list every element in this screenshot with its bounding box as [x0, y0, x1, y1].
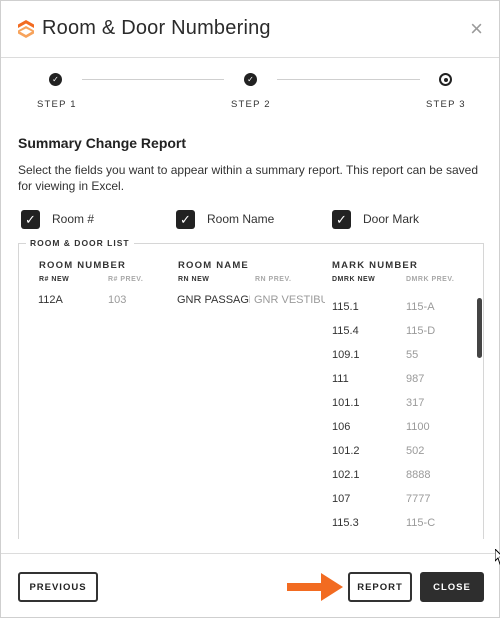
mark-prev: 7777: [406, 493, 431, 505]
step-connector: [82, 79, 224, 80]
mark-new: 101.2: [332, 445, 360, 457]
subheader-room-new: R# NEW: [39, 276, 70, 283]
subheader-room-prev: R# PREV.: [108, 276, 144, 283]
mark-prev: 115-D: [406, 325, 436, 337]
mark-prev: 1100: [406, 421, 430, 433]
dialog-title: Room & Door Numbering: [42, 17, 271, 39]
brand-logo-icon: [18, 20, 34, 38]
checkbox-label: Door Mark: [363, 212, 420, 226]
mouse-cursor-icon: [495, 549, 500, 565]
column-header-room-number: ROOM NUMBER: [39, 260, 127, 271]
checkbox-door-mark[interactable]: ✓ Door Mark: [332, 209, 419, 229]
list-legend: ROOM & DOOR LIST: [26, 238, 134, 248]
mark-new: 115.1: [332, 301, 359, 313]
section-title: Summary Change Report: [18, 135, 187, 151]
mark-new: 101.1: [332, 397, 360, 409]
room-name-new: GNR PASSAGE: [177, 294, 250, 306]
checkbox-label: Room #: [52, 212, 95, 226]
step-2-complete-icon: ✓: [244, 73, 257, 86]
close-icon[interactable]: ×: [470, 18, 483, 40]
footer-divider: [1, 553, 499, 554]
subheader-name-new: RN NEW: [178, 276, 210, 283]
checkbox-checked-icon[interactable]: ✓: [332, 209, 351, 229]
checkbox-room-name[interactable]: ✓ Room Name: [176, 209, 274, 229]
mark-prev: 115-C: [406, 517, 436, 529]
checkbox-checked-icon[interactable]: ✓: [176, 209, 195, 229]
arrow-pointer-icon: [287, 573, 343, 601]
subheader-mark-new: DMRK NEW: [332, 276, 376, 283]
step-connector: [277, 79, 420, 80]
mark-prev: 115-A: [406, 301, 435, 313]
room-door-numbering-dialog: Room & Door Numbering × ✓ ✓ STEP 1 STEP …: [0, 0, 500, 618]
checkbox-label: Room Name: [207, 212, 275, 226]
mark-prev: 502: [406, 445, 425, 457]
mark-prev: 55: [406, 349, 419, 361]
step-1-label: STEP 1: [37, 99, 77, 110]
mark-prev: 317: [406, 397, 425, 409]
close-button[interactable]: CLOSE: [420, 572, 484, 602]
mark-new: 109.1: [332, 349, 360, 361]
checkbox-room-number[interactable]: ✓ Room #: [21, 209, 94, 229]
step-2-label: STEP 2: [231, 99, 271, 110]
subheader-mark-prev: DMRK PREV.: [406, 276, 455, 283]
column-header-room-name: ROOM NAME: [178, 260, 249, 271]
step-1-complete-icon: ✓: [49, 73, 62, 86]
mark-prev: 987: [406, 373, 425, 385]
room-number-new: 112A: [38, 294, 63, 306]
subheader-name-prev: RN PREV.: [255, 276, 292, 283]
section-description: Select the fields you want to appear wit…: [18, 163, 479, 193]
column-header-mark-number: MARK NUMBER: [332, 260, 419, 271]
dialog-header: Room & Door Numbering ×: [1, 1, 499, 58]
mark-new: 106: [332, 421, 351, 433]
checkbox-checked-icon[interactable]: ✓: [21, 209, 40, 229]
report-button[interactable]: REPORT: [348, 572, 412, 602]
mark-new: 115.3: [332, 517, 359, 529]
step-3-label: STEP 3: [426, 99, 466, 110]
mark-new: 115.4: [332, 325, 359, 337]
mark-new: 102.1: [332, 469, 360, 481]
previous-button[interactable]: PREVIOUS: [18, 572, 98, 602]
room-name-prev: GNR VESTIBULE: [254, 294, 325, 306]
list-scrollbar-thumb[interactable]: [477, 298, 482, 358]
step-3-current-icon: [439, 73, 452, 86]
room-number-prev: 103: [108, 294, 127, 306]
mark-new: 111: [332, 373, 349, 385]
mark-new: 107: [332, 493, 351, 505]
mark-prev: 8888: [406, 469, 431, 481]
